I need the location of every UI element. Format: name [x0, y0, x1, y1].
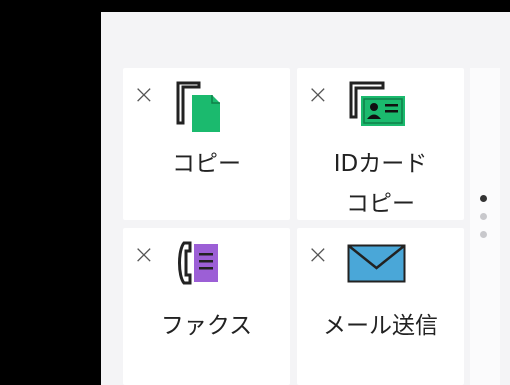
tile-mail-send[interactable]: × メール送信	[297, 228, 464, 385]
tile-id-card-copy[interactable]: × IDカード コピー	[297, 68, 464, 220]
tile-copy[interactable]: × コピー	[123, 68, 290, 220]
copy-icon	[176, 81, 220, 132]
remove-fax-button[interactable]: ×	[133, 242, 155, 268]
pager-strip	[470, 68, 500, 385]
remove-mail-send-button[interactable]: ×	[307, 242, 329, 268]
tile-copy-label: コピー	[172, 151, 241, 177]
mail-icon	[347, 244, 406, 283]
left-black-bar	[0, 0, 93, 385]
fax-icon	[178, 241, 218, 285]
tile-fax[interactable]: × ファクス	[123, 228, 290, 385]
pager-dot-2[interactable]	[480, 213, 487, 220]
remove-copy-button[interactable]: ×	[133, 82, 155, 108]
tile-mail-send-label: メール送信	[323, 313, 438, 339]
tile-id-card-copy-label: IDカード コピー	[333, 151, 428, 217]
tile-fax-label: ファクス	[160, 313, 253, 339]
pager-dot-1[interactable]	[480, 195, 487, 202]
pager-dot-3[interactable]	[480, 231, 487, 238]
remove-id-card-copy-button[interactable]: ×	[307, 82, 329, 108]
id-card-copy-icon	[349, 81, 405, 126]
